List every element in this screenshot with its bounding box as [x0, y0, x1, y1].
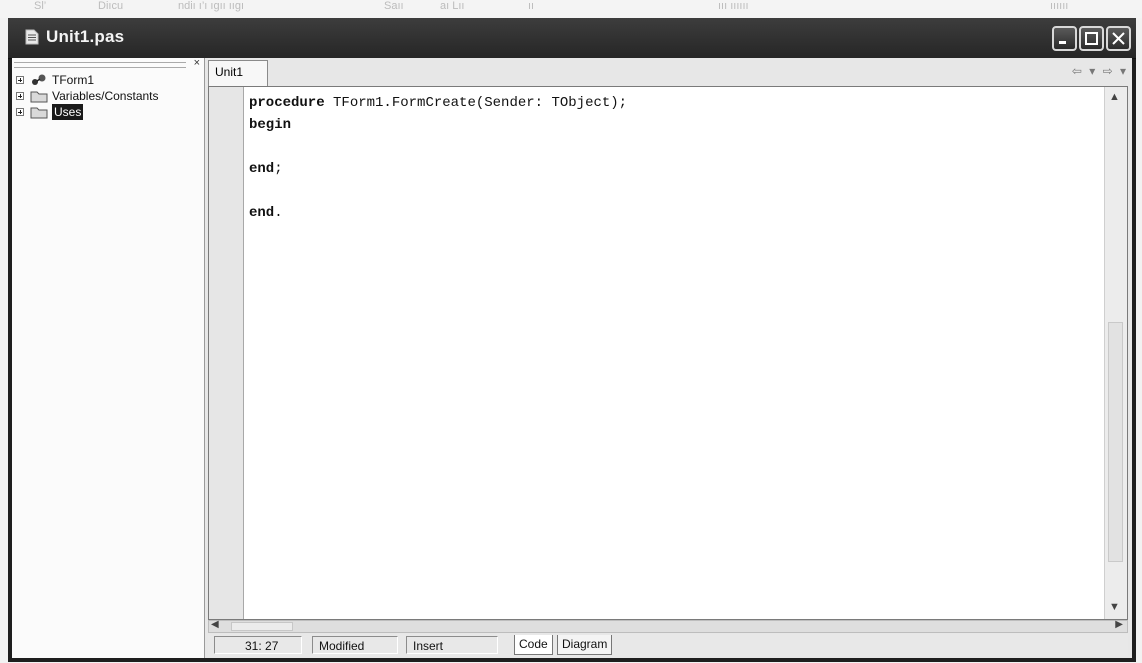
bg-text: Sl’ — [34, 0, 47, 12]
bg-text: ndiı ı’ı ıgıı ııgı — [178, 0, 245, 12]
scroll-up-icon[interactable]: ▲ — [1109, 91, 1120, 103]
status-bar: 31: 27 Modified Insert Code Diagram — [208, 634, 1128, 656]
history-navigation: ⇦ ▾ ⇨ ▾ — [1072, 64, 1128, 78]
cursor-position: 31: 27 — [214, 636, 302, 654]
bg-text: Saıı — [384, 0, 404, 12]
close-pane-icon[interactable]: × — [194, 57, 200, 69]
pane-header: × — [14, 57, 202, 69]
folder-icon — [30, 89, 48, 103]
document-icon — [25, 29, 39, 45]
editor-window: Unit1.pas × TForm1 Variables/Constants U… — [8, 18, 1136, 662]
vertical-scroll-thumb[interactable] — [1108, 322, 1123, 562]
horizontal-scroll-thumb[interactable] — [231, 622, 293, 631]
expand-icon[interactable] — [16, 108, 24, 116]
scroll-right-icon[interactable]: ▶ — [1115, 619, 1123, 630]
window-client: × TForm1 Variables/Constants Uses Unit1 … — [12, 57, 1132, 658]
window-title: Unit1.pas — [46, 27, 125, 46]
maximize-button[interactable] — [1079, 26, 1104, 51]
insert-mode-indicator: Insert — [406, 636, 498, 654]
code-line: begin — [249, 117, 292, 133]
tree-item-label-selected: Uses — [52, 104, 84, 120]
editor-area: Unit1 ⇦ ▾ ⇨ ▾ procedure TForm1.FormCreat… — [205, 58, 1132, 658]
editor-gutter[interactable] — [209, 87, 244, 619]
minimize-button[interactable] — [1052, 26, 1077, 51]
bg-text: Diıcu — [98, 0, 124, 12]
vertical-scrollbar[interactable]: ▲ ▼ — [1104, 87, 1127, 619]
code-line: procedure TForm1.FormCreate(Sender: TObj… — [249, 95, 628, 111]
code-line: end; — [249, 161, 283, 177]
tab-unit1[interactable]: Unit1 — [208, 60, 268, 86]
bg-text: ıı — [528, 0, 535, 12]
horizontal-scrollbar[interactable]: ◀ ▶ — [208, 619, 1128, 633]
scroll-down-icon[interactable]: ▼ — [1109, 601, 1120, 613]
drag-grip[interactable] — [14, 62, 186, 68]
tree-item-label: TForm1 — [52, 73, 94, 87]
tab-code[interactable]: Code — [514, 635, 553, 655]
back-arrow-icon[interactable]: ⇦ ▾ — [1072, 64, 1097, 78]
modified-indicator: Modified — [312, 636, 398, 654]
expand-icon[interactable] — [16, 76, 24, 84]
scroll-left-icon[interactable]: ◀ — [211, 619, 219, 630]
expand-icon[interactable] — [16, 92, 24, 100]
minimize-icon — [1059, 41, 1066, 44]
code-explorer-pane: × TForm1 Variables/Constants Uses — [12, 57, 205, 658]
close-icon — [1112, 32, 1125, 45]
maximize-icon — [1085, 32, 1098, 45]
forward-arrow-icon[interactable]: ⇨ ▾ — [1103, 64, 1128, 78]
tree-item-label: Variables/Constants — [52, 89, 159, 103]
folder-icon — [30, 105, 48, 119]
tab-diagram[interactable]: Diagram — [557, 635, 613, 655]
code-text[interactable]: procedure TForm1.FormCreate(Sender: TObj… — [249, 92, 627, 224]
editor-tab-row: Unit1 ⇦ ▾ ⇨ ▾ — [205, 58, 1132, 86]
bg-text: ıııııı — [1050, 0, 1069, 12]
close-button[interactable] — [1106, 26, 1131, 51]
bg-text: aı Lıı — [440, 0, 465, 12]
title-bar[interactable]: Unit1.pas — [8, 18, 1136, 59]
code-line: end. — [249, 205, 283, 221]
background-window-strip: Sl’ Diıcu ndiı ı’ı ıgıı ııgı Saıı aı Lıı… — [0, 0, 1142, 18]
component-icon — [30, 73, 48, 87]
code-editor[interactable]: procedure TForm1.FormCreate(Sender: TObj… — [208, 86, 1128, 620]
bg-text: ııı ıııııı — [718, 0, 749, 12]
